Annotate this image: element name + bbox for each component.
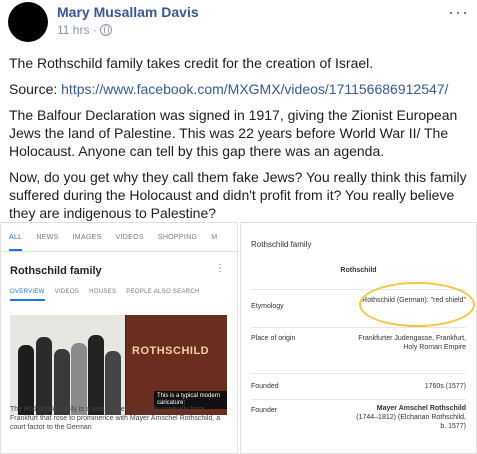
post-time[interactable]: 11 hrs · [57, 23, 97, 37]
post-source: Source: https://www.facebook.com/MXGMX/v… [9, 80, 471, 98]
row-value: Frankfurter Judengasse, Frankfurt, Holy … [358, 335, 466, 351]
highlight-circle [359, 282, 475, 327]
caricature-photo: ROTHSCHILD This is a typical modern cari… [126, 315, 227, 415]
tab-shopping: SHOPPING [157, 233, 198, 241]
post-paragraph: Now, do you get why they call them fake … [9, 169, 467, 221]
infobox-screenshot-image[interactable]: Rothschild family Rothschild Etymology R… [240, 222, 477, 454]
row-value: 1760s (1577) [424, 383, 466, 390]
post-header: Mary Musallam Davis 11 hrs · ··· [0, 0, 477, 44]
subtab-houses: HOUSES [89, 289, 117, 295]
infobox-row: Founded 1760s (1577) [251, 373, 466, 396]
infobox-row: Place of origin Frankfurter Judengasse, … [251, 327, 466, 368]
avatar[interactable] [8, 2, 48, 42]
share-icon: ⋮ [215, 263, 225, 274]
subtab-overview: OVERVIEW [10, 289, 45, 301]
tab-all: ALL [9, 234, 23, 251]
row-key: Etymology [251, 303, 284, 310]
infobox-row: Founder Mayer Amschel Rothschild (1744–1… [251, 399, 466, 450]
knowledge-panel-description: The Rothschild family is a wealthy Jewis… [10, 406, 221, 431]
tab-more: M [211, 233, 218, 241]
tab-videos: VIDEOS [115, 233, 144, 241]
founder-name: Mayer Amschel Rothschild [376, 405, 466, 412]
post-meta: 11 hrs · [57, 23, 112, 37]
row-value: Mayer Amschel Rothschild (1744–1812) (El… [356, 404, 466, 431]
more-options-icon[interactable]: ··· [448, 2, 469, 23]
globe-icon [99, 24, 112, 36]
row-key: Founded [251, 383, 279, 390]
post-body: The Rothschild family takes credit for t… [9, 54, 471, 230]
knowledge-panel-title: Rothschild family [10, 265, 102, 277]
knowledge-panel-subtabs: OVERVIEW VIDEOS HOUSES PEOPLE ALSO SEARC… [10, 289, 210, 301]
caricature-label: ROTHSCHILD [132, 345, 210, 357]
family-photo: ROTHSCHILD This is a typical modern cari… [10, 315, 227, 415]
source-link[interactable]: https://www.facebook.com/MXGMX/videos/17… [61, 81, 448, 97]
post-paragraph: The Rothschild family takes credit for t… [9, 55, 374, 71]
infobox-subtitle: Rothschild [340, 267, 377, 274]
author-name[interactable]: Mary Musallam Davis [57, 4, 199, 20]
infobox-title: Rothschild family [251, 240, 312, 249]
source-label: Source: [9, 81, 62, 97]
subtab-videos: VIDEOS [54, 289, 80, 295]
search-tabs: ALL NEWS IMAGES VIDEOS SHOPPING M [1, 223, 237, 252]
founder-details: (1744–1812) (Elchanan Rothschild, b. 157… [356, 414, 466, 430]
subtab-people-also-search: PEOPLE ALSO SEARCH [126, 289, 200, 295]
search-screenshot-image[interactable]: ALL NEWS IMAGES VIDEOS SHOPPING M Rothsc… [0, 222, 238, 454]
tab-news: NEWS [36, 233, 59, 241]
group-photo [10, 315, 125, 415]
row-key: Founder [251, 407, 278, 414]
tab-images: IMAGES [72, 233, 102, 241]
row-key: Place of origin [251, 335, 296, 342]
post-paragraph: The Balfour Declaration was signed in 19… [9, 107, 458, 159]
